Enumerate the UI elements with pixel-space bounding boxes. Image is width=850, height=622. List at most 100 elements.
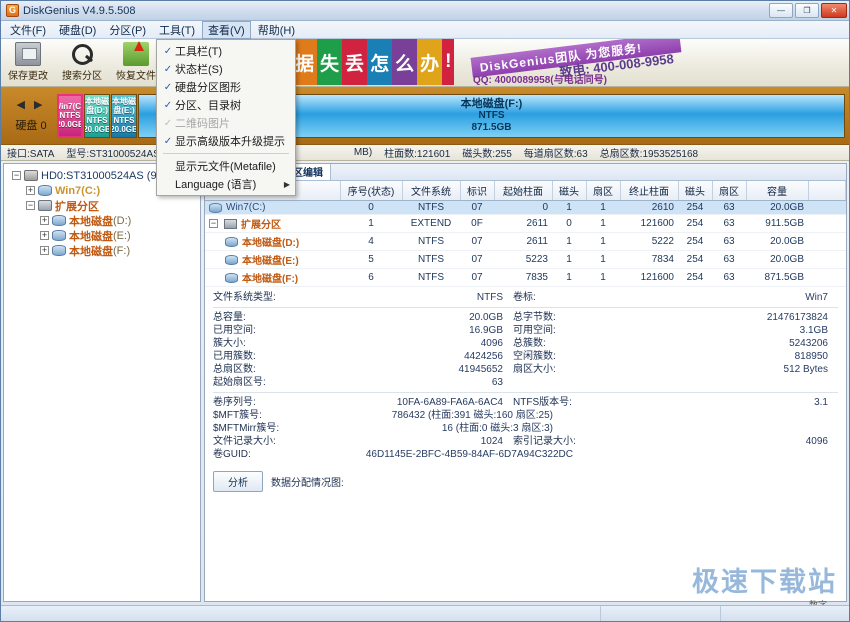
tree-node-disk-f[interactable]: + 本地磁盘 (F:) <box>6 243 198 258</box>
tree-label-suffix: (D:) <box>113 214 132 227</box>
menu-view[interactable]: 查看(V) <box>202 20 251 39</box>
divider <box>213 392 838 393</box>
menu-disk[interactable]: 硬盘(D) <box>53 21 102 39</box>
partition-cap: 20.0GB <box>111 124 137 134</box>
prop-label: 可用空间: <box>513 325 556 336</box>
toolbar-search-partition[interactable]: 搜索分区 <box>55 39 109 85</box>
expander-icon[interactable]: − <box>26 201 35 210</box>
tree-node-disk-d[interactable]: + 本地磁盘 (D:) <box>6 213 198 228</box>
tree-node-disk-e[interactable]: + 本地磁盘 (E:) <box>6 228 198 243</box>
volume-name: 扩展分区 <box>241 220 281 231</box>
prop-value: 41945652 <box>458 364 504 375</box>
table-row[interactable]: 本地磁盘(F:) 6 NTFS 07 7835 1 1 121600 254 6… <box>205 268 846 287</box>
menu-tools[interactable]: 工具(T) <box>153 21 201 39</box>
col-end-sector[interactable]: 扇区 <box>712 181 747 201</box>
partition-bar-e[interactable]: 本地磁盘(E:) NTFS 20.0GB <box>111 93 137 138</box>
cell-volume: Win7(C:) <box>205 200 340 215</box>
disk-nav-arrows[interactable]: ◀ ▶ <box>17 98 46 111</box>
prop-label: 扇区大小: <box>513 364 556 375</box>
partition-tree[interactable]: − HD0:ST31000524AS (932GB) + Win7(C:) − … <box>3 163 201 602</box>
partition-fs: NTFS <box>86 115 108 125</box>
view-menu-dropdown: ✓ 工具栏(T) ✓ 状态栏(S) ✓ 硬盘分区图形 ✓ 分区、目录树 ✓ 二维… <box>156 39 296 196</box>
partition-name: Win7(C:) <box>58 101 82 111</box>
col-flag[interactable]: 标识 <box>460 181 495 201</box>
table-row[interactable]: − 扩展分区 1 EXTEND 0F 2611 0 1 121600 254 6… <box>205 214 846 233</box>
analyze-button[interactable]: 分析 <box>213 471 263 492</box>
expander-icon[interactable]: − <box>209 219 218 228</box>
col-end-head[interactable]: 磁头 <box>678 181 713 201</box>
prop-label: 总扇区数: <box>213 364 256 375</box>
table-row[interactable]: 本地磁盘(D:) 4 NTFS 07 2611 1 1 5222 254 63 … <box>205 232 846 251</box>
prop-row: 卷序列号: 10FA-6A89-FA6A-6AC4 NTFS版本号: 3.1 <box>213 396 838 409</box>
minimize-button[interactable]: — <box>769 3 793 18</box>
col-capacity[interactable]: 容量 <box>746 181 809 201</box>
col-start-cyl[interactable]: 起始柱面 <box>494 181 553 201</box>
col-start-head[interactable]: 磁头 <box>552 181 587 201</box>
tree-node-extended[interactable]: − 扩展分区 <box>6 198 198 213</box>
recover-icon <box>123 41 149 66</box>
col-spacer <box>808 181 846 201</box>
expander-icon[interactable]: + <box>40 231 49 240</box>
cell-seq: 1 <box>340 214 402 233</box>
close-button[interactable]: ✕ <box>821 3 847 18</box>
partition-bar-c[interactable]: Win7(C:) NTFS 20.0GB <box>57 93 83 138</box>
prop-label: 空闲簇数: <box>513 351 556 362</box>
cell-start-sec: 1 <box>586 268 620 287</box>
disk-heads: 磁头数:255 <box>462 149 512 160</box>
col-seq[interactable]: 序号(状态) <box>340 181 403 201</box>
maximize-button[interactable]: ❐ <box>795 3 819 18</box>
col-filesystem[interactable]: 文件系统 <box>402 181 461 201</box>
cell-seq: 4 <box>340 232 402 251</box>
menu-file[interactable]: 文件(F) <box>4 21 52 39</box>
menu-partition[interactable]: 分区(P) <box>103 21 152 39</box>
partition-bar-d[interactable]: 本地磁盘(D:) NTFS 20.0GB <box>84 93 110 138</box>
partition-cap: 871.5GB <box>471 121 512 133</box>
prop-value: NTFS <box>476 292 503 303</box>
cell-end-cyl: 121600 <box>620 214 678 233</box>
expander-icon[interactable]: − <box>12 171 21 180</box>
toolbar-save-changes[interactable]: 保存更改 <box>1 39 55 85</box>
menu-option-label: Language (语言) <box>175 179 257 191</box>
table-row[interactable]: Win7(C:) 0 NTFS 07 0 1 1 2610 254 63 20.… <box>205 200 846 215</box>
menu-option-statusbar[interactable]: ✓ 状态栏(S) <box>157 60 295 78</box>
cell-start-head: 0 <box>552 214 586 233</box>
prop-label: 总字节数: <box>513 312 556 323</box>
cell-end-sec: 63 <box>712 232 746 251</box>
prop-label: 已用空间: <box>213 325 256 336</box>
cell-start-sec: 1 <box>586 232 620 251</box>
prop-value: 46D1145E-2BFC-4B59-84AF-6D7A94C322DC <box>365 449 573 460</box>
menu-bar: 文件(F) 硬盘(D) 分区(P) 工具(T) 查看(V) 帮助(H) <box>1 20 849 39</box>
menu-option-language[interactable]: Language (语言) ▶ <box>157 175 295 193</box>
partition-name: 本地磁盘(D:) <box>85 97 109 116</box>
expander-icon[interactable]: + <box>40 216 49 225</box>
promo-contact: DiskGenius团队 为您服务! 致电: 400-008-9958 QQ: … <box>470 39 731 86</box>
menu-option-toolbar[interactable]: ✓ 工具栏(T) <box>157 42 295 60</box>
partition-fs: NTFS <box>113 115 135 125</box>
prop-value: 4096 <box>805 436 828 447</box>
toolbar-recover-files[interactable]: 恢复文件 <box>109 39 163 85</box>
tree-label: 本地磁盘 <box>69 230 113 243</box>
menu-help[interactable]: 帮助(H) <box>252 21 301 39</box>
menu-option-partition-tree[interactable]: ✓ 分区、目录树 <box>157 96 295 114</box>
menu-option-metafile[interactable]: 显示元文件(Metafile) <box>157 157 295 175</box>
col-start-sector[interactable]: 扇区 <box>586 181 621 201</box>
window-controls: — ❐ ✕ <box>769 3 847 18</box>
watermark-text: 极速下载站 <box>692 567 837 597</box>
prop-row: 起始扇区号: 63 <box>213 376 838 389</box>
cell-capacity: 911.5GB <box>746 214 808 233</box>
menu-option-upgrade-tip[interactable]: ✓ 显示高级版本升级提示 <box>157 132 295 150</box>
prop-value: 5243206 <box>789 338 828 349</box>
col-end-cyl[interactable]: 终止柱面 <box>620 181 679 201</box>
search-icon <box>69 42 95 66</box>
expander-icon[interactable]: + <box>26 186 35 195</box>
cell-start-head: 1 <box>552 200 586 215</box>
prop-row: 文件记录大小: 1024 索引记录大小: 4096 <box>213 435 838 448</box>
menu-option-disk-graphic[interactable]: ✓ 硬盘分区图形 <box>157 78 295 96</box>
prop-label: 文件记录大小: <box>213 436 276 447</box>
expander-icon[interactable]: + <box>40 246 49 255</box>
cell-fs: NTFS <box>402 200 460 215</box>
table-row[interactable]: 本地磁盘(E:) 5 NTFS 07 5223 1 1 7834 254 63 … <box>205 250 846 269</box>
cell-end-cyl: 5222 <box>620 232 678 251</box>
cell-end-cyl: 2610 <box>620 200 678 215</box>
prop-value: 20.0GB <box>469 312 503 323</box>
